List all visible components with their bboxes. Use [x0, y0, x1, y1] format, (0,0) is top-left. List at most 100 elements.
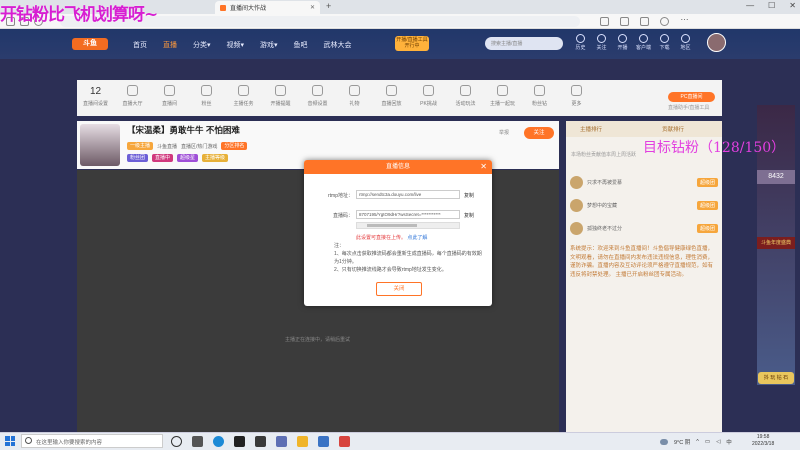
nav-wulin[interactable]: 武林大会	[324, 40, 352, 50]
report-button[interactable]: 举报	[499, 129, 509, 136]
nav-category[interactable]: 分类▾	[193, 40, 211, 50]
start-icon[interactable]	[5, 436, 15, 446]
taskbar-clock[interactable]: 19:58 2022/3/18	[752, 434, 774, 447]
close-icon[interactable]: ✕	[480, 160, 487, 174]
profile-icon[interactable]	[660, 17, 669, 26]
toolbar-item[interactable]: 礼物	[336, 84, 373, 107]
nav-games[interactable]: 游戏▾	[260, 40, 278, 50]
browser-tab[interactable]: 直播间大作战 ✕	[215, 1, 320, 14]
header-follow[interactable]: 关注	[593, 34, 610, 51]
site-logo[interactable]: 斗鱼	[72, 38, 108, 50]
follow-button[interactable]: 关注	[524, 127, 554, 139]
audio-icon	[312, 85, 323, 96]
app-icon[interactable]	[276, 436, 287, 447]
more-icon	[571, 85, 582, 96]
task-icon	[238, 85, 249, 96]
window-controls: — ☐ ✕	[746, 1, 796, 10]
favorites-icon[interactable]	[620, 17, 629, 26]
app-icon[interactable]	[318, 436, 329, 447]
taskbar-search-input[interactable]: 在这里输入你要搜索的内容	[21, 434, 163, 448]
tab-close-icon[interactable]: ✕	[310, 4, 315, 11]
nav-video[interactable]: 视频▾	[227, 40, 245, 50]
weather-icon[interactable]	[660, 439, 668, 445]
network-icon[interactable]: ▭	[705, 439, 710, 445]
ime-icon[interactable]: 中	[726, 438, 732, 446]
fan-club-badge[interactable]: 粉丝团	[127, 154, 149, 162]
header-open-live[interactable]: 开播	[614, 34, 631, 51]
toolbar-item[interactable]: 粉丝	[188, 84, 225, 107]
app-icon[interactable]	[339, 436, 350, 447]
new-tab-button[interactable]: +	[326, 1, 331, 11]
toolbar-item[interactable]: 活动玩法	[447, 84, 484, 107]
rtmp-field[interactable]: rtmp://sendtc3a.douyu.com/live	[356, 190, 460, 199]
toolbar-item[interactable]: 粉丝钻	[521, 84, 558, 107]
toolbar-item[interactable]: 更多	[558, 84, 595, 107]
rank-tag[interactable]: 分区排名	[221, 142, 248, 150]
toolbar-item[interactable]: 直播回放	[373, 84, 410, 107]
volume-icon[interactable]: ◁	[716, 439, 720, 445]
task-view-icon[interactable]	[192, 436, 203, 447]
obs-icon[interactable]	[234, 436, 245, 447]
header-location[interactable]: 地区	[677, 34, 694, 51]
hall-icon	[127, 85, 138, 96]
cortana-icon[interactable]	[171, 436, 182, 447]
header-client[interactable]: 客户端	[635, 34, 652, 51]
learn-more-link[interactable]: 点此了解	[407, 235, 427, 241]
collections-icon[interactable]	[640, 17, 649, 26]
folder-icon[interactable]	[297, 436, 308, 447]
close-window-button[interactable]: ✕	[789, 1, 796, 10]
download-icon	[660, 34, 669, 43]
edge-icon[interactable]	[213, 436, 224, 447]
toolbar-item[interactable]: 开播提醒	[262, 84, 299, 107]
open-live-icon	[618, 34, 627, 43]
room-meta: 一级主播 斗鱼直播 直播区/热门游戏 分区排名	[127, 142, 248, 150]
toolbar-item[interactable]: 直播大厅	[114, 84, 151, 107]
nav-live[interactable]: 直播	[163, 40, 177, 50]
header-download[interactable]: 下载	[656, 34, 673, 51]
app-icon[interactable]	[255, 436, 266, 447]
line-select[interactable]	[356, 222, 460, 229]
activity-icon	[460, 85, 471, 96]
header-history[interactable]: 历史	[572, 34, 589, 51]
header-search-input[interactable]: 搜索主播/直播	[485, 37, 563, 50]
streamer-avatar[interactable]	[80, 124, 120, 166]
dialog-close-button[interactable]: 关闭	[376, 282, 422, 296]
maximize-button[interactable]: ☐	[768, 1, 775, 10]
weather-text[interactable]: 9°C 阴	[674, 438, 690, 446]
room-category[interactable]: 直播区/热门游戏	[181, 143, 217, 150]
diamond-icon	[534, 85, 545, 96]
toolbar-room-settings[interactable]: 12 直播间设置	[77, 84, 114, 107]
list-item[interactable]: 只求不再被爱慕 超级团	[570, 172, 718, 192]
copy-key-button[interactable]: 复制	[464, 212, 474, 219]
start-live-button[interactable]: 开播/直播工具 开行中	[395, 36, 429, 51]
minimize-button[interactable]: —	[746, 1, 754, 10]
toolbar-item[interactable]: PK挑战	[410, 84, 447, 107]
contribution-tab[interactable]: 贡献排行	[662, 125, 684, 133]
toolbar-item[interactable]: 直播间	[151, 84, 188, 107]
toolbar-item[interactable]: 音频设置	[299, 84, 336, 107]
super-star-badge[interactable]: 超级星	[177, 154, 199, 162]
platform-tag: 斗鱼直播	[157, 143, 178, 150]
stream-key-field[interactable]: 8707195/YgtO9dHr?wsSecret=***********	[356, 210, 460, 219]
user-avatar[interactable]	[707, 33, 726, 52]
dialog-title: 直播信息	[304, 160, 492, 174]
nav-home[interactable]: 首页	[133, 40, 147, 50]
location-icon	[681, 34, 690, 43]
tab-title: 直播间大作战	[230, 6, 267, 12]
tray-chevron-icon[interactable]: ^	[696, 439, 699, 445]
copy-rtmp-button[interactable]: 复制	[464, 192, 474, 199]
overlay-fans-goal: 目标钻粉（128/150）	[643, 140, 786, 156]
list-item[interactable]: 孤独终老不过分 超级团	[570, 218, 718, 238]
toolbar-item[interactable]: 主播一起玩	[484, 84, 521, 107]
list-item[interactable]: 梦想中的宝藏 超级团	[570, 195, 718, 215]
gift-icon	[349, 85, 360, 96]
nav-yuba[interactable]: 鱼吧	[294, 40, 308, 50]
rank-tab[interactable]: 主播排行	[580, 125, 602, 133]
extensions-icon[interactable]	[600, 17, 609, 26]
pc-live-button[interactable]: PC直播间	[668, 92, 715, 102]
toolbar-item[interactable]: 主播任务	[225, 84, 262, 107]
level-tag: 一级主播	[127, 142, 154, 150]
anchor-level-badge[interactable]: 主播等级	[202, 154, 229, 162]
promo-button[interactable]: 抖 玩 钻 石	[758, 372, 794, 384]
more-icon[interactable]: ···	[680, 16, 689, 26]
